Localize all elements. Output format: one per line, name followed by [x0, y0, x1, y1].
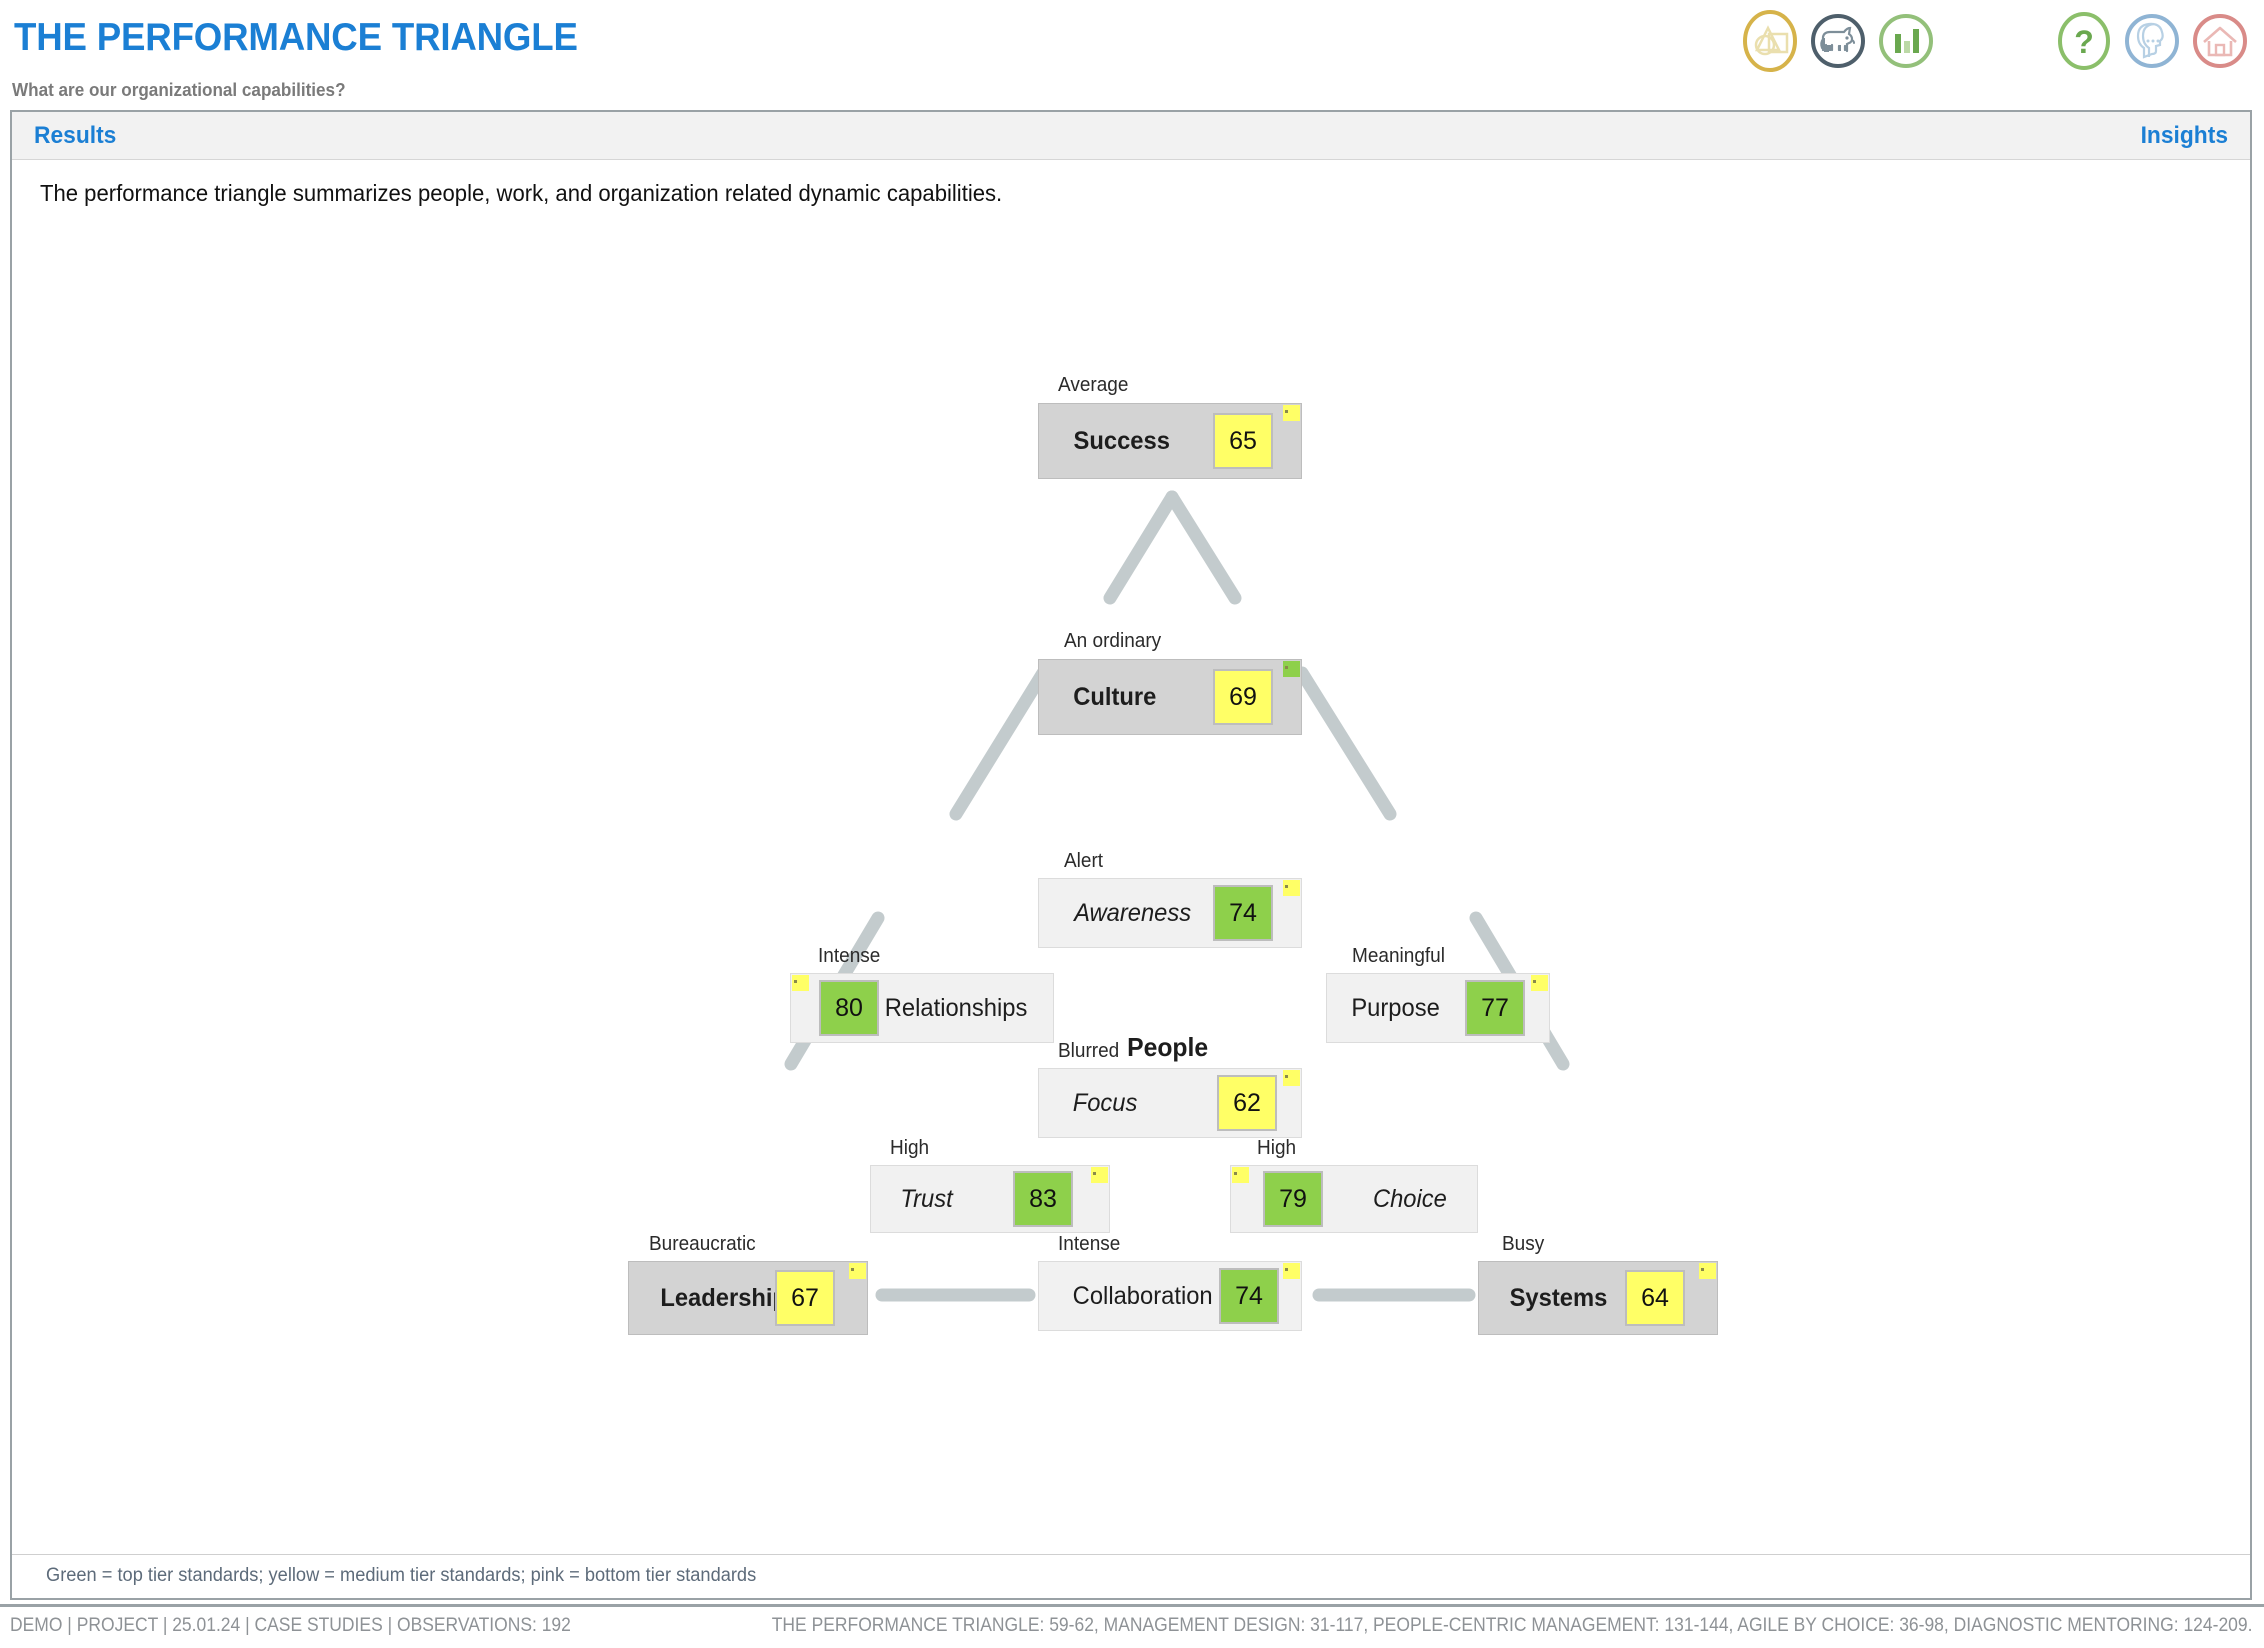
node-leadership-value: 67: [775, 1270, 835, 1326]
node-success-caption: Average: [1058, 374, 1129, 396]
legend-text: Green = top tier standards; yellow = med…: [46, 1565, 757, 1586]
edge-culture-success-left: [1103, 490, 1179, 605]
page-footer: DEMO | PROJECT | 25.01.24 | CASE STUDIES…: [0, 1604, 2264, 1648]
connector-lines: [784, 490, 1570, 1302]
node-success-flag: [1283, 405, 1300, 421]
head-profile-icon[interactable]: [2124, 10, 2180, 72]
shapes-icon[interactable]: [1742, 10, 1798, 72]
node-choice-flag: [1232, 1167, 1249, 1183]
node-awareness-caption: Alert: [1064, 850, 1104, 872]
edge-culture-leadership: [949, 666, 1050, 821]
dog-icon[interactable]: [1810, 10, 1866, 72]
bar-chart-icon[interactable]: [1878, 10, 1934, 72]
node-awareness-value: 74: [1213, 885, 1273, 941]
tab-bar: Results Insights: [12, 112, 2250, 160]
node-systems-caption: Busy: [1502, 1233, 1545, 1255]
node-purpose-caption: Meaningful: [1352, 945, 1445, 967]
node-purpose-value: 77: [1465, 980, 1525, 1036]
node-awareness-flag: [1283, 880, 1300, 896]
node-systems-label: Systems: [1509, 1283, 1608, 1312]
page-title: THE PERFORMANCE TRIANGLE: [14, 16, 578, 59]
node-collaboration-flag: [1283, 1263, 1300, 1279]
svg-text:?: ?: [2074, 24, 2094, 60]
center-label-people: People: [1127, 1032, 1209, 1062]
footer-left-text: DEMO | PROJECT | 25.01.24 | CASE STUDIES…: [10, 1615, 571, 1636]
node-leadership-label: Leadership: [660, 1283, 788, 1312]
performance-triangle-diagram: Average Success 65 An ordinary Culture 6…: [12, 160, 2254, 1560]
node-focus-caption: Blurred: [1058, 1040, 1120, 1062]
node-trust-value: 83: [1013, 1171, 1073, 1227]
page-subtitle: What are our organizational capabilities…: [12, 80, 346, 100]
node-relationships-flag: [792, 975, 809, 991]
node-focus-label: Focus: [1072, 1088, 1138, 1117]
node-culture-value: 69: [1213, 669, 1273, 725]
node-relationships-label: Relationships: [884, 993, 1028, 1022]
node-culture-caption: An ordinary: [1064, 630, 1162, 652]
node-choice-caption: High: [1257, 1137, 1297, 1159]
application-window: THE PERFORMANCE TRIANGLE What are our or…: [0, 0, 2264, 1648]
node-relationships-value: 80: [819, 980, 879, 1036]
node-choice-value: 79: [1263, 1171, 1323, 1227]
node-systems-flag: [1699, 1263, 1716, 1279]
node-systems-value: 64: [1625, 1270, 1685, 1326]
node-culture-label: Culture: [1073, 682, 1157, 711]
node-leadership-caption: Bureaucratic: [649, 1233, 756, 1255]
node-trust-label: Trust: [900, 1184, 953, 1213]
question-mark-icon[interactable]: ?: [2056, 10, 2112, 72]
node-awareness-label: Awareness: [1074, 898, 1192, 927]
node-leadership-flag: [849, 1263, 866, 1279]
node-culture-flag: [1283, 661, 1300, 677]
node-collaboration-value: 74: [1219, 1268, 1279, 1324]
content-panel: Results Insights The performance triangl…: [10, 110, 2252, 1600]
node-trust-caption: High: [890, 1137, 930, 1159]
node-success-label: Success: [1073, 426, 1170, 455]
node-trust-flag: [1091, 1167, 1108, 1183]
page-header: THE PERFORMANCE TRIANGLE What are our or…: [0, 0, 2264, 110]
node-collaboration-caption: Intense: [1058, 1233, 1121, 1255]
node-purpose-flag: [1531, 975, 1548, 991]
tab-results[interactable]: Results: [34, 122, 116, 150]
footer-right-text: THE PERFORMANCE TRIANGLE: 59-62, MANAGEM…: [771, 1615, 2252, 1636]
node-collaboration-label: Collaboration: [1072, 1281, 1213, 1310]
home-icon[interactable]: [2192, 10, 2248, 72]
node-choice-label: Choice: [1373, 1184, 1448, 1213]
node-focus-flag: [1283, 1070, 1300, 1086]
node-purpose-label: Purpose: [1351, 993, 1440, 1022]
tab-insights[interactable]: Insights: [2141, 122, 2228, 150]
node-relationships-caption: Intense: [818, 945, 881, 967]
edge-culture-success-right: [1165, 490, 1242, 605]
header-icon-bar: ?: [1730, 6, 2248, 76]
legend-strip: Green = top tier standards; yellow = med…: [12, 1554, 2250, 1598]
node-success-value: 65: [1213, 413, 1273, 469]
edge-culture-systems: [1295, 666, 1397, 821]
node-focus-value: 62: [1217, 1075, 1277, 1131]
